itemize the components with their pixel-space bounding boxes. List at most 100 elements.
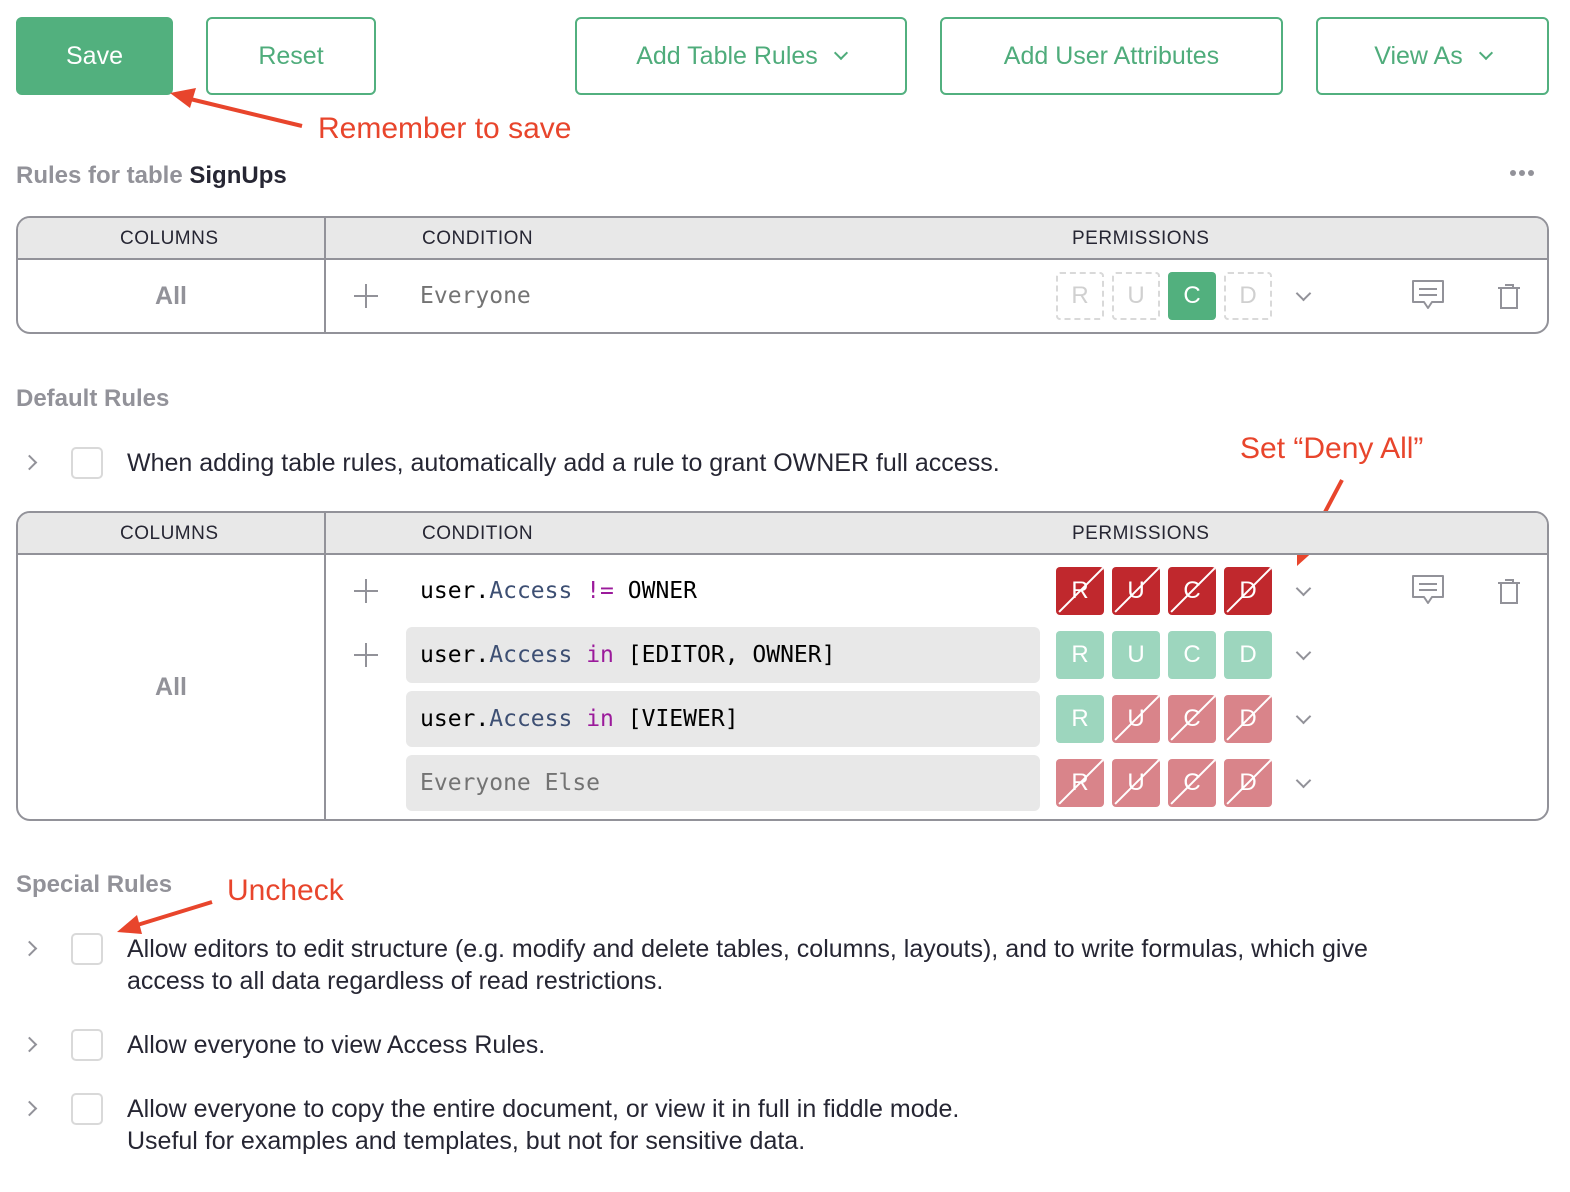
header-columns: COLUMNS [120, 523, 219, 544]
arrow-to-checkbox [117, 900, 213, 934]
condition-dot: . [475, 706, 490, 732]
trash-icon[interactable] [1496, 282, 1522, 310]
trash-icon[interactable] [1496, 577, 1522, 605]
condition-field[interactable]: user. Access != OWNER [406, 563, 1040, 619]
annotation-uncheck: Uncheck [227, 874, 344, 907]
permission-set: R U C D [1056, 567, 1272, 615]
permission-read[interactable]: R [1056, 759, 1104, 807]
table-header: COLUMNS CONDITION PERMISSIONS [18, 218, 1547, 260]
permission-create[interactable]: C [1168, 272, 1216, 320]
reset-button[interactable]: Reset [206, 17, 376, 95]
view-as-button[interactable]: View As [1316, 17, 1549, 95]
condition-value: [EDITOR, OWNER] [627, 642, 836, 668]
table-header: COLUMNS CONDITION PERMISSIONS [18, 513, 1547, 555]
columns-cell[interactable]: All [18, 260, 324, 332]
special-rule-label: Allow everyone to view Access Rules. [127, 1029, 545, 1061]
condition-value: [VIEWER] [627, 706, 739, 732]
chevron-right-icon[interactable] [21, 454, 38, 471]
owner-rule-label: When adding table rules, automatically a… [127, 449, 1000, 477]
permission-update[interactable]: U [1112, 631, 1160, 679]
chevron-right-icon[interactable] [21, 1036, 38, 1053]
permission-update[interactable]: U [1112, 759, 1160, 807]
owner-rule-checkbox[interactable] [71, 447, 103, 479]
permission-read[interactable]: R [1056, 567, 1104, 615]
special-rule-line2: Useful for examples and templates, but n… [127, 1127, 806, 1155]
default-rules-body: All user. Access != OWNER R U C D user. Ac… [18, 555, 1547, 819]
header-condition: CONDITION [422, 523, 534, 544]
table-rules-title: Rules for table SignUps [16, 162, 287, 190]
add-condition-icon[interactable] [354, 579, 378, 603]
chevron-down-icon [833, 45, 848, 61]
chevron-right-icon[interactable] [21, 940, 38, 957]
condition-field[interactable]: user. Access in [EDITOR, OWNER] [406, 627, 1040, 683]
columns-cell[interactable]: All [18, 555, 324, 819]
special-rule-line1: Allow everyone to copy the entire docume… [127, 1095, 960, 1123]
permission-set: R U C D [1056, 272, 1272, 320]
header-permissions: PERMISSIONS [1072, 228, 1210, 249]
special-rule-label: Allow editors to edit structure (e.g. mo… [127, 933, 1368, 997]
permission-create[interactable]: C [1168, 631, 1216, 679]
permission-dropdown-chevron-icon[interactable] [1295, 644, 1312, 661]
permission-delete[interactable]: D [1224, 272, 1272, 320]
permission-create[interactable]: C [1168, 567, 1216, 615]
table-name: SignUps [189, 162, 287, 189]
add-condition-icon[interactable] [354, 284, 378, 308]
permission-set: R U C D [1056, 631, 1272, 679]
special-rule-checkbox[interactable] [71, 1093, 103, 1125]
condition-field[interactable]: Everyone [406, 268, 1040, 324]
permission-delete[interactable]: D [1224, 759, 1272, 807]
permission-set: R U C D [1056, 695, 1272, 743]
condition-operator: in [586, 706, 614, 732]
table-rules-title-prefix: Rules for table [16, 162, 183, 189]
condition-attr: Access [489, 706, 573, 732]
condition-operator: != [586, 578, 614, 604]
reset-button-label: Reset [258, 41, 324, 70]
header-columns: COLUMNS [120, 228, 219, 249]
permission-create[interactable]: C [1168, 695, 1216, 743]
permission-set: R U C D [1056, 759, 1272, 807]
permission-dropdown-chevron-icon[interactable] [1295, 285, 1312, 302]
special-rule-checkbox[interactable] [71, 1029, 103, 1061]
permission-update[interactable]: U [1112, 695, 1160, 743]
default-rules-title: Default Rules [16, 385, 170, 412]
save-button[interactable]: Save [16, 17, 173, 95]
default-rules-table: COLUMNS CONDITION PERMISSIONS All user. A… [16, 511, 1549, 821]
condition-operator: in [586, 642, 614, 668]
special-rule-checkbox[interactable] [71, 933, 103, 965]
permission-update[interactable]: U [1112, 272, 1160, 320]
condition-field[interactable]: Everyone Else [406, 755, 1040, 811]
permission-dropdown-chevron-icon[interactable] [1295, 708, 1312, 725]
add-user-attributes-button[interactable]: Add User Attributes [940, 17, 1283, 95]
more-dots-icon[interactable] [1510, 170, 1534, 176]
permission-update[interactable]: U [1112, 567, 1160, 615]
permission-read[interactable]: R [1056, 272, 1104, 320]
condition-dot: . [475, 642, 490, 668]
permission-read[interactable]: R [1056, 631, 1104, 679]
add-condition-icon[interactable] [354, 643, 378, 667]
permission-dropdown-chevron-icon[interactable] [1295, 580, 1312, 597]
permission-delete[interactable]: D [1224, 695, 1272, 743]
chevron-right-icon[interactable] [21, 1100, 38, 1117]
condition-obj: user [420, 706, 476, 732]
permission-create[interactable]: C [1168, 759, 1216, 807]
permission-delete[interactable]: D [1224, 631, 1272, 679]
comment-icon[interactable] [1411, 573, 1445, 607]
comment-icon[interactable] [1411, 278, 1445, 312]
permission-read[interactable]: R [1056, 695, 1104, 743]
special-rule-line1: Allow everyone to view Access Rules. [127, 1031, 546, 1059]
permission-delete[interactable]: D [1224, 567, 1272, 615]
add-table-rules-button[interactable]: Add Table Rules [575, 17, 907, 95]
add-user-attributes-label: Add User Attributes [1003, 41, 1220, 70]
condition-field[interactable]: user. Access in [VIEWER] [406, 691, 1040, 747]
special-rule-item: Allow editors to edit structure (e.g. mo… [0, 933, 1570, 1003]
condition-attr: Access [489, 578, 573, 604]
special-rule-line1: Allow editors to edit structure (e.g. mo… [127, 935, 1368, 963]
condition-text: Everyone [420, 283, 531, 309]
special-rule-item: Allow everyone to copy the entire docume… [0, 1093, 1570, 1163]
special-rule-line2: access to all data regardless of read re… [127, 967, 664, 995]
permission-dropdown-chevron-icon[interactable] [1295, 772, 1312, 789]
condition-dot: . [475, 578, 490, 604]
condition-value: OWNER [627, 578, 698, 604]
condition-text: Everyone Else [420, 770, 601, 796]
header-condition: CONDITION [422, 228, 534, 249]
